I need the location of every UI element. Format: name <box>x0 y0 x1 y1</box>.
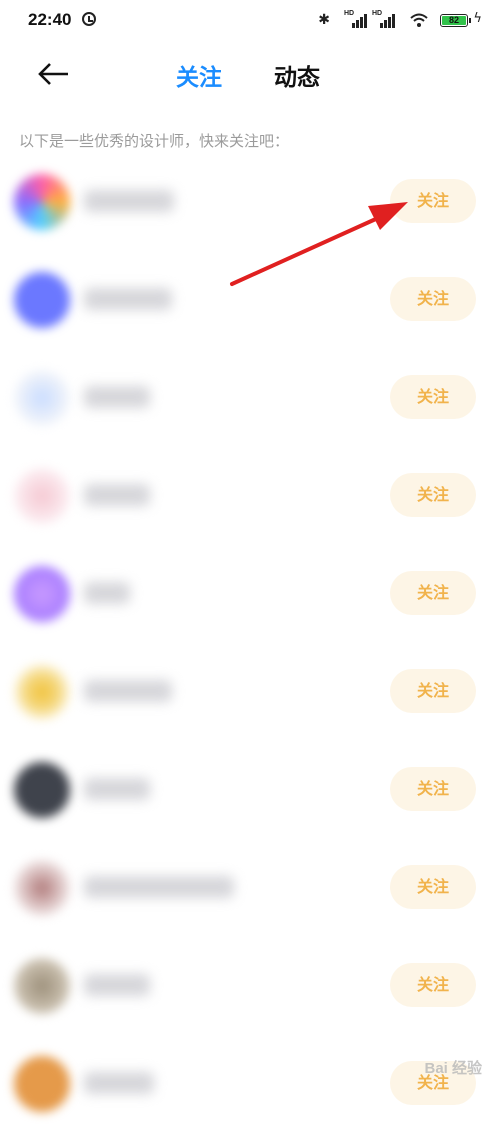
follow-button[interactable]: 关注 <box>390 473 476 517</box>
back-arrow-icon[interactable] <box>38 62 70 86</box>
designer-name-blurred <box>84 190 174 212</box>
designer-name-blurred <box>84 288 172 310</box>
follow-button[interactable]: 关注 <box>390 963 476 1007</box>
avatar <box>14 174 70 230</box>
designer-name-blurred <box>84 778 150 800</box>
bluetooth-icon: ✱ <box>318 12 330 28</box>
follow-button[interactable]: 关注 <box>390 277 476 321</box>
avatar <box>14 468 70 524</box>
list-item[interactable]: 关注 <box>0 152 500 250</box>
charging-icon: ϟ <box>473 11 482 26</box>
list-item[interactable]: 关注 <box>0 642 500 740</box>
alarm-icon <box>82 12 96 26</box>
designer-name-blurred <box>84 680 172 702</box>
designer-name-blurred <box>84 386 150 408</box>
battery-level: 82 <box>442 16 466 25</box>
avatar <box>14 1056 70 1112</box>
watermark: Bai 经验 <box>424 1060 482 1077</box>
avatar <box>14 664 70 720</box>
list-item[interactable]: 关注 <box>0 740 500 838</box>
follow-button[interactable]: 关注 <box>390 571 476 615</box>
avatar <box>14 958 70 1014</box>
hd-signal-icon: HD <box>372 10 395 28</box>
designer-name-blurred <box>84 484 150 506</box>
list-item[interactable]: 关注 <box>0 1034 500 1132</box>
follow-button[interactable]: 关注 <box>390 375 476 419</box>
status-time: 22:40 <box>28 10 72 29</box>
designer-name-blurred <box>84 1072 154 1094</box>
avatar <box>14 566 70 622</box>
follow-button[interactable]: 关注 <box>390 865 476 909</box>
wifi-icon <box>410 13 428 27</box>
list-item[interactable]: 关注 <box>0 936 500 1034</box>
status-icons: ✱ HD HD 82 ϟ <box>308 10 482 30</box>
designer-name-blurred <box>84 582 130 604</box>
list-item[interactable]: 关注 <box>0 446 500 544</box>
tab-feed[interactable]: 动态 <box>274 58 320 92</box>
avatar <box>14 860 70 916</box>
avatar <box>14 762 70 818</box>
recommend-hint: 以下是一些优秀的设计师，快来关注吧： <box>19 132 290 150</box>
list-item[interactable]: 关注 <box>0 838 500 936</box>
list-item[interactable]: 关注 <box>0 250 500 348</box>
top-nav: 关注 动态 <box>0 50 500 98</box>
follow-button[interactable]: 关注 <box>390 767 476 811</box>
designer-name-blurred <box>84 974 150 996</box>
status-bar: 22:40 ✱ HD HD 82 ϟ <box>0 0 500 42</box>
list-item[interactable]: 关注 <box>0 544 500 642</box>
tab-follow[interactable]: 关注 <box>176 58 222 92</box>
avatar <box>14 370 70 426</box>
battery-icon: 82 <box>440 14 471 27</box>
follow-button[interactable]: 关注 <box>390 669 476 713</box>
follow-button[interactable]: 关注 <box>390 179 476 223</box>
list-item[interactable]: 关注 <box>0 348 500 446</box>
hd-signal-icon: HD <box>344 10 367 28</box>
designer-name-blurred <box>84 876 234 898</box>
avatar <box>14 272 70 328</box>
